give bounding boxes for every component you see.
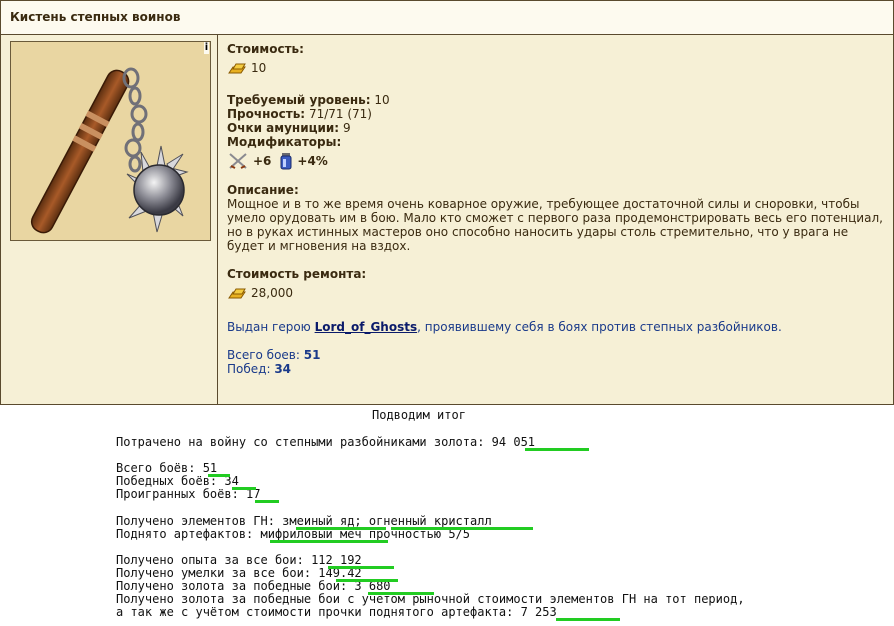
summary-exp: Получено опыта за все бои: 112 192	[116, 553, 362, 567]
crossed-swords-icon	[229, 153, 247, 169]
potion-icon	[280, 153, 292, 170]
summary-gold-market-2: а так же с учётом стоимости прочки подня…	[116, 605, 557, 619]
highlight-elements-1	[296, 527, 386, 530]
highlight-skill	[336, 579, 398, 582]
summary-elements: Получено элементов ГН: змеиный яд; огнен…	[116, 514, 492, 528]
wins-value: 34	[274, 362, 292, 376]
level-label: Требуемый уровень:	[227, 93, 371, 107]
highlight-spent	[525, 448, 589, 451]
repair-label: Стоимость ремонта:	[227, 267, 367, 281]
item-title: Кистень степных воинов	[1, 1, 893, 35]
ammo-value: 9	[342, 121, 351, 135]
hero-link[interactable]: Lord_of_Ghosts	[315, 320, 418, 334]
awarded-line: Выдан герою Lord_of_Ghosts, проявившему …	[227, 320, 887, 334]
summary-spent: Потрачено на войну со степными разбойник…	[116, 435, 536, 449]
highlight-exp	[328, 566, 394, 569]
highlight-elements-2	[391, 527, 533, 530]
item-image-column: i	[1, 35, 218, 404]
battles-label: Всего боев:	[227, 348, 300, 362]
battles-value: 51	[303, 348, 321, 362]
gold-icon	[228, 63, 246, 73]
item-card: Кистень степных воинов i Стоимость: 10 Т…	[0, 0, 894, 405]
awarded-suffix: , проявившему себя в боях против степных…	[417, 320, 782, 334]
cost-value: 10	[251, 61, 267, 75]
awarded-prefix: Выдан герою	[227, 320, 315, 334]
cost-label: Стоимость:	[227, 42, 304, 56]
item-image: i	[10, 41, 211, 241]
durability-label: Прочность:	[227, 107, 306, 121]
modifier-attack-value: +6	[253, 154, 272, 168]
info-icon[interactable]: i	[204, 42, 209, 54]
highlight-gold-wins	[368, 592, 434, 595]
highlight-total	[208, 474, 230, 477]
durability-value: 71/71 (71)	[308, 107, 372, 121]
level-value: 10	[374, 93, 390, 107]
description-text: Мощное и в то же время очень коварное ор…	[227, 197, 883, 253]
modifiers-row: +6 +4%	[227, 152, 887, 170]
highlight-won	[232, 487, 256, 490]
highlight-lost	[255, 500, 279, 503]
summary-skill: Получено умелки за все бои: 149.42	[116, 566, 362, 580]
flail-weapon-icon	[30, 67, 189, 234]
highlight-gold-market	[556, 618, 620, 621]
highlight-artifacts	[270, 540, 388, 543]
description-label: Описание:	[227, 183, 299, 197]
ammo-label: Очки амуниции:	[227, 121, 340, 135]
summary-total-battles: Всего боёв: 51	[116, 461, 218, 475]
summary-title: Подводим итог	[372, 408, 466, 422]
item-details: Стоимость: 10 Требуемый уровень: 10 Проч…	[227, 39, 887, 376]
modifier-percent-value: +4%	[297, 154, 328, 168]
repair-value: 28,000	[251, 286, 293, 300]
gold-icon	[228, 288, 246, 298]
wins-label: Побед:	[227, 362, 271, 376]
modifiers-label: Модификаторы:	[227, 135, 342, 149]
